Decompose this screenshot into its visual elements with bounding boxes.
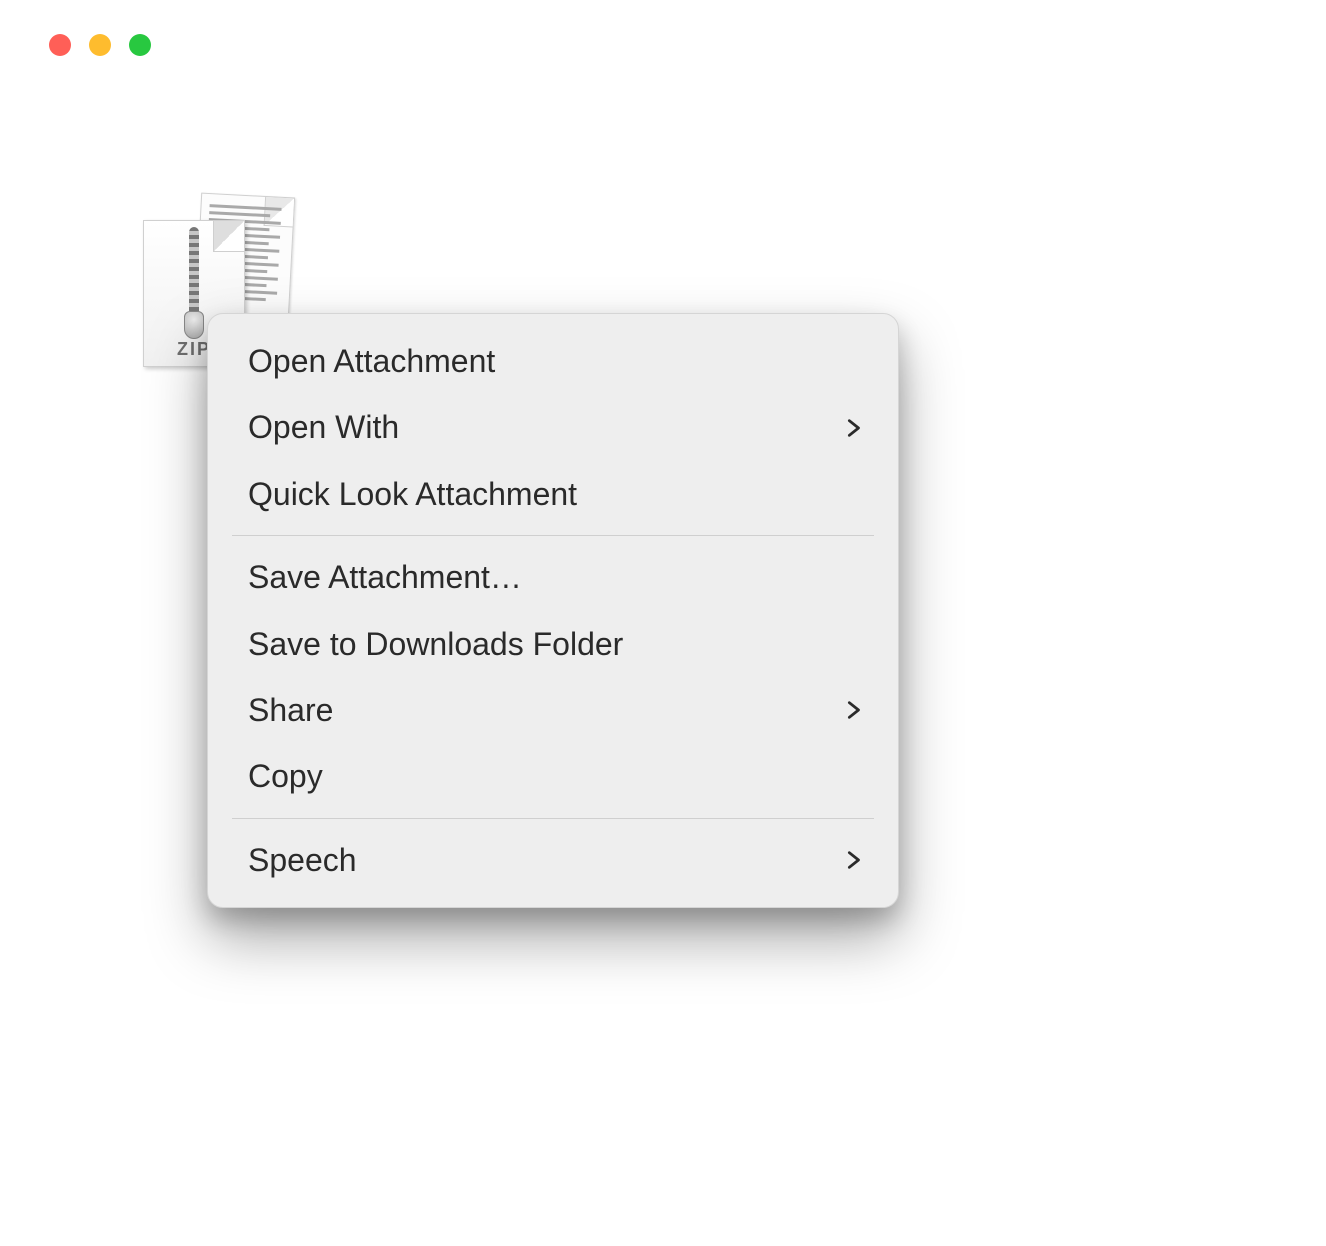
close-window-button[interactable] <box>49 34 71 56</box>
chevron-right-icon <box>842 699 864 721</box>
menu-item-label: Open Attachment <box>248 342 495 380</box>
menu-item-label: Speech <box>248 841 357 879</box>
chevron-right-icon <box>842 417 864 439</box>
zoom-window-button[interactable] <box>129 34 151 56</box>
attachment-context-menu: Open Attachment Open With Quick Look Att… <box>207 313 899 908</box>
menu-item-speech[interactable]: Speech <box>208 827 898 893</box>
menu-item-label: Share <box>248 691 333 729</box>
menu-item-save-attachment[interactable]: Save Attachment… <box>208 544 898 610</box>
menu-item-label: Open With <box>248 408 399 446</box>
menu-item-open-attachment[interactable]: Open Attachment <box>208 328 898 394</box>
minimize-window-button[interactable] <box>89 34 111 56</box>
menu-item-quick-look-attachment[interactable]: Quick Look Attachment <box>208 461 898 527</box>
menu-item-share[interactable]: Share <box>208 677 898 743</box>
menu-item-label: Save to Downloads Folder <box>248 625 623 663</box>
chevron-right-icon <box>842 849 864 871</box>
menu-item-label: Save Attachment… <box>248 558 522 596</box>
menu-item-label: Copy <box>248 757 323 795</box>
menu-item-save-to-downloads[interactable]: Save to Downloads Folder <box>208 611 898 677</box>
menu-item-copy[interactable]: Copy <box>208 743 898 809</box>
titlebar <box>25 15 1075 75</box>
menu-separator <box>232 818 874 819</box>
menu-item-open-with[interactable]: Open With <box>208 394 898 460</box>
menu-separator <box>232 535 874 536</box>
zipper-icon <box>184 227 204 325</box>
menu-item-label: Quick Look Attachment <box>248 475 577 513</box>
